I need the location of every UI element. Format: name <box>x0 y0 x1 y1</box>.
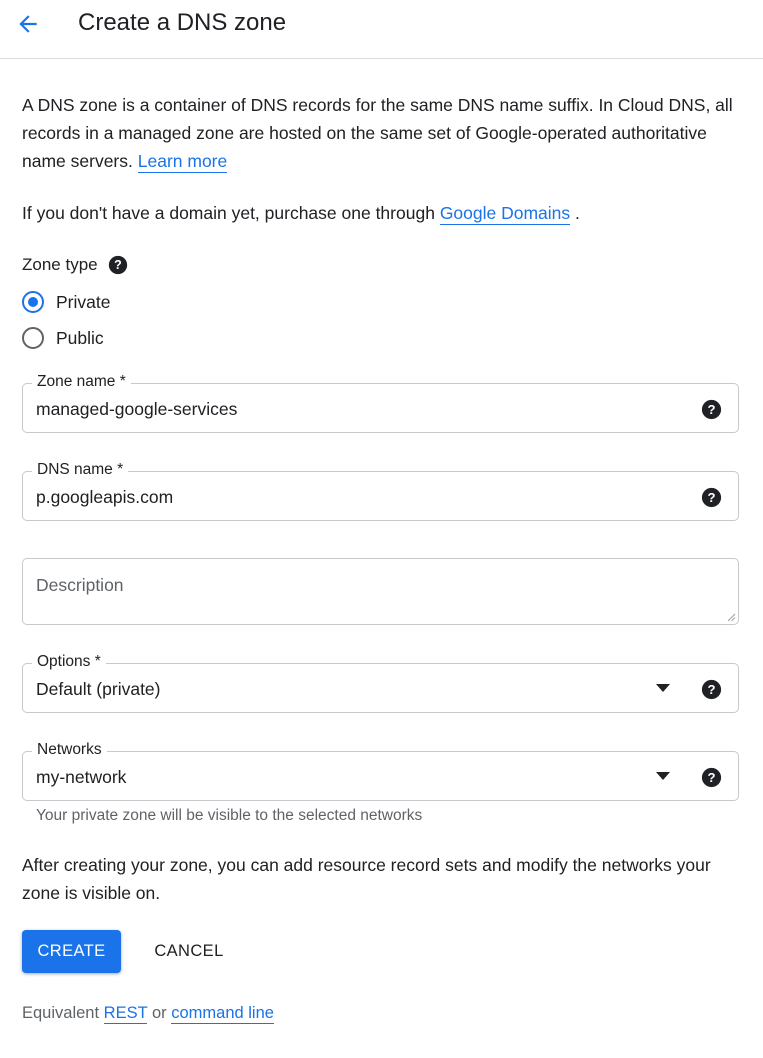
networks-selected-value[interactable]: my-network <box>36 765 126 789</box>
networks-select[interactable]: Networks my-network ? <box>22 740 739 801</box>
svg-text:?: ? <box>707 401 715 416</box>
radio-public-label: Public <box>56 327 104 348</box>
arrow-back-icon[interactable] <box>15 11 41 37</box>
intro-paragraph: A DNS zone is a container of DNS records… <box>22 91 744 175</box>
create-button[interactable]: CREATE <box>22 930 121 973</box>
radio-private-label: Private <box>56 291 111 312</box>
help-icon[interactable]: ? <box>700 766 722 788</box>
resize-handle-icon[interactable] <box>727 613 736 622</box>
help-icon[interactable]: ? <box>700 678 722 700</box>
zone-type-label: Zone type <box>22 255 98 274</box>
radio-button-unchecked[interactable] <box>22 327 44 349</box>
options-label: Options * <box>32 652 106 672</box>
intro-text: A DNS zone is a container of DNS records… <box>22 95 733 171</box>
cancel-button[interactable]: CANCEL <box>145 930 233 973</box>
after-create-note: After creating your zone, you can add re… <box>22 855 711 903</box>
dropdown-arrow-icon[interactable] <box>656 683 670 693</box>
zone-name-input[interactable]: managed-google-services <box>36 397 237 421</box>
page-title: Create a DNS zone <box>78 9 287 36</box>
equivalent-footer: Equivalent REST or command line <box>22 1001 274 1025</box>
dns-name-field[interactable]: DNS name * p.googleapis.com ? <box>22 460 739 521</box>
dropdown-arrow-icon[interactable] <box>656 771 670 781</box>
zone-type-heading: Zone type ? <box>22 253 128 277</box>
svg-text:?: ? <box>707 681 715 696</box>
radio-public[interactable]: Public <box>22 326 104 350</box>
rest-link[interactable]: REST <box>103 1004 148 1024</box>
options-select[interactable]: Options * Default (private) ? <box>22 652 739 713</box>
purchase-suffix: . <box>575 203 580 223</box>
description-textarea[interactable]: Description <box>22 558 739 625</box>
svg-text:?: ? <box>707 769 715 784</box>
svg-text:?: ? <box>114 258 122 272</box>
svg-text:?: ? <box>707 489 715 504</box>
back-button[interactable] <box>14 10 42 38</box>
networks-hint: Your private zone will be visible to the… <box>36 807 423 824</box>
dns-name-label: DNS name * <box>32 460 129 480</box>
page-header: Create a DNS zone <box>0 0 763 59</box>
help-icon[interactable]: ? <box>700 486 722 508</box>
radio-button-checked[interactable] <box>22 291 44 313</box>
radio-private[interactable]: Private <box>22 290 110 314</box>
help-icon[interactable]: ? <box>700 398 722 420</box>
zone-name-label: Zone name * <box>32 372 131 392</box>
learn-more-link[interactable]: Learn more <box>137 151 228 173</box>
dns-name-input[interactable]: p.googleapis.com <box>36 485 173 509</box>
purchase-prefix: If you don't have a domain yet, purchase… <box>22 203 435 223</box>
purchase-paragraph: If you don't have a domain yet, purchase… <box>22 199 744 227</box>
zone-name-field[interactable]: Zone name * managed-google-services ? <box>22 372 739 433</box>
help-icon[interactable]: ? <box>108 255 128 275</box>
footer-prefix: Equivalent <box>22 1004 100 1022</box>
footer-middle: or <box>151 1004 167 1022</box>
command-line-link[interactable]: command line <box>171 1004 274 1024</box>
google-domains-link[interactable]: Google Domains <box>439 203 571 225</box>
options-selected-value[interactable]: Default (private) <box>36 677 161 701</box>
networks-label: Networks <box>32 740 107 760</box>
description-placeholder: Description <box>36 575 124 595</box>
